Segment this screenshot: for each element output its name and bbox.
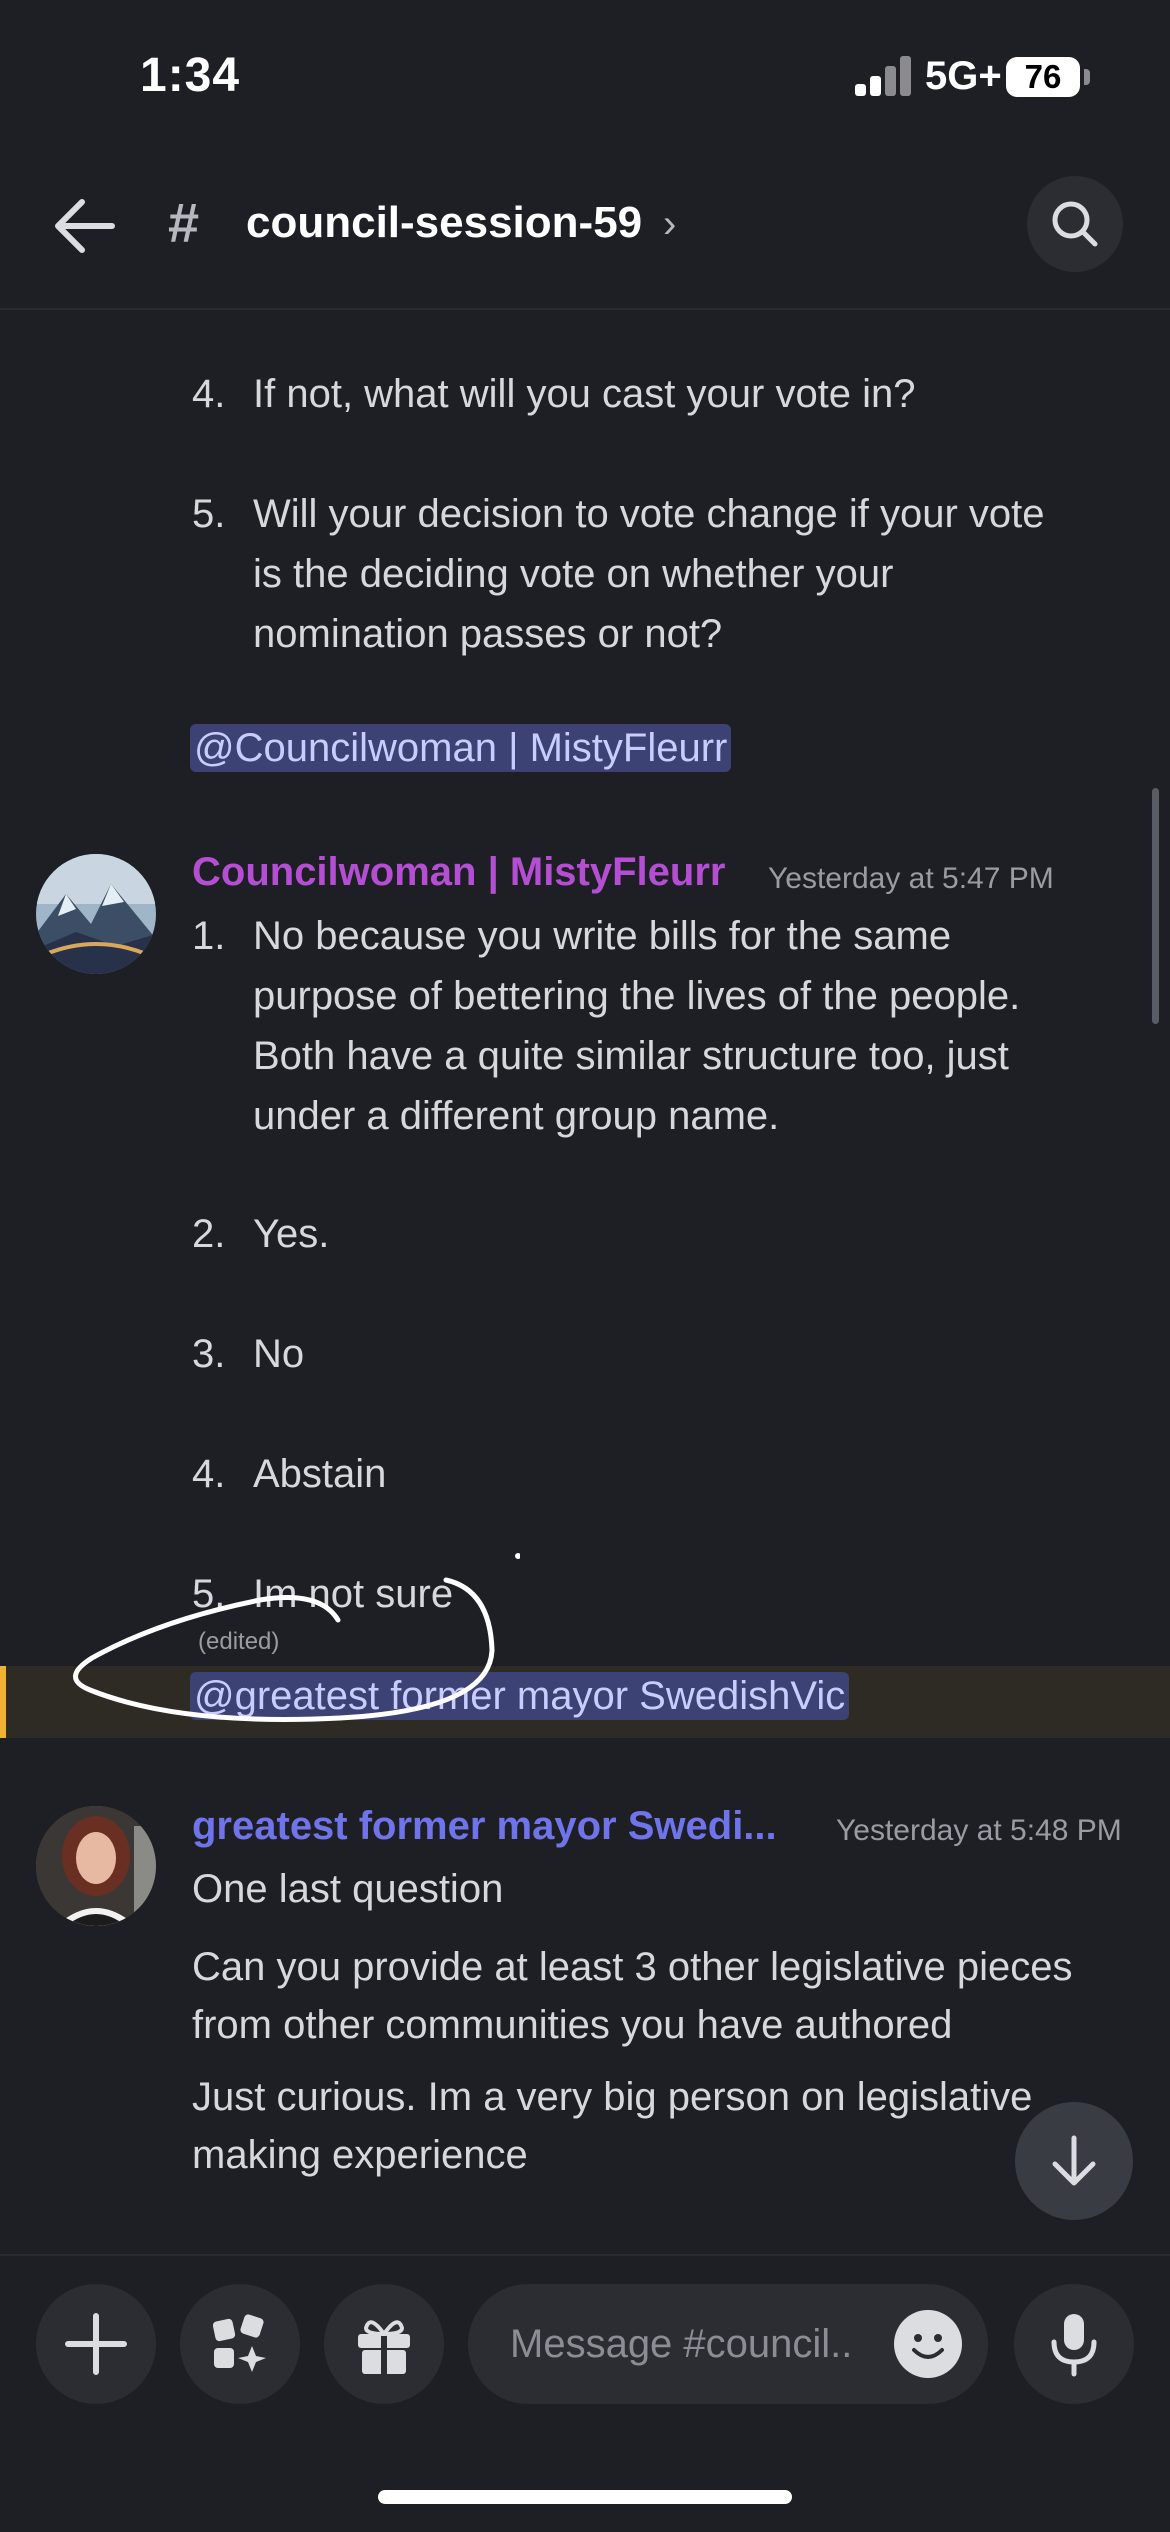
jump-to-present-button[interactable] bbox=[1015, 2102, 1133, 2220]
attach-button[interactable] bbox=[36, 2284, 156, 2404]
message-username[interactable]: Councilwoman | MistyFleurr bbox=[192, 850, 725, 895]
emoji-icon bbox=[912, 2334, 944, 2359]
chevron-right-icon[interactable]: › bbox=[663, 202, 676, 247]
gift-icon bbox=[358, 2320, 410, 2374]
battery-tip bbox=[1084, 69, 1090, 85]
battery-icon: 76 bbox=[1006, 57, 1080, 97]
mention-wrapper: @Councilwoman | MistyFleurr bbox=[190, 724, 732, 772]
person-avatar-image bbox=[36, 1806, 156, 1926]
list-number: 3. bbox=[192, 1332, 226, 1376]
user-mention[interactable]: @Councilwoman | MistyFleurr bbox=[190, 724, 732, 772]
list-number: 4. bbox=[192, 372, 226, 416]
scrollbar[interactable] bbox=[1152, 788, 1159, 1024]
message-timestamp: Yesterday at 5:48 PM bbox=[836, 1814, 1122, 1847]
message-text: One last question bbox=[192, 1867, 504, 1911]
avatar[interactable] bbox=[36, 1806, 156, 1926]
back-arrow-icon[interactable] bbox=[52, 196, 116, 256]
arrow-down-icon bbox=[1052, 2135, 1096, 2186]
list-number: 1. bbox=[192, 914, 226, 958]
message-text: Can you provide at least 3 other legisla… bbox=[192, 1945, 1073, 2047]
list-item: No bbox=[253, 1332, 305, 1376]
list-number: 2. bbox=[192, 1212, 226, 1256]
voice-message-button[interactable] bbox=[1014, 2284, 1134, 2404]
home-indicator[interactable] bbox=[378, 2490, 792, 2504]
signal-icon bbox=[855, 56, 915, 96]
list-number: 4. bbox=[192, 1452, 226, 1496]
list-number: 5. bbox=[192, 492, 226, 536]
hand-drawn-circle-annotation bbox=[73, 1553, 520, 1722]
mountain-avatar-image bbox=[36, 854, 156, 974]
list-item: No because you write bills for the same … bbox=[253, 914, 1021, 1138]
list-item: Will your decision to vote change if you… bbox=[253, 492, 1045, 656]
status-time: 1:34 bbox=[140, 49, 241, 102]
list-item: Abstain bbox=[253, 1452, 387, 1496]
plus-icon bbox=[65, 2313, 127, 2375]
message-username[interactable]: greatest former mayor Swedi... bbox=[192, 1804, 777, 1849]
search-icon bbox=[1052, 201, 1098, 247]
message-input[interactable]: Message #council.. bbox=[468, 2284, 988, 2404]
message-text: Just curious. Im a very big person on le… bbox=[192, 2075, 1033, 2177]
avatar[interactable] bbox=[36, 854, 156, 974]
emoji-button[interactable] bbox=[894, 2310, 962, 2378]
gift-button[interactable] bbox=[324, 2284, 444, 2404]
channel-title[interactable]: council-session-59 bbox=[246, 198, 642, 248]
channel-hash-icon: # bbox=[168, 191, 200, 254]
message-placeholder: Message #council.. bbox=[510, 2322, 853, 2366]
microphone-icon bbox=[1051, 2314, 1097, 2377]
network-type: 5G+ bbox=[925, 54, 1002, 98]
message-timestamp: Yesterday at 5:47 PM bbox=[768, 862, 1054, 895]
list-item: Yes. bbox=[253, 1212, 330, 1256]
apps-icon bbox=[212, 2314, 266, 2372]
search-button[interactable] bbox=[1027, 176, 1123, 272]
composer-divider bbox=[0, 2254, 1170, 2256]
list-item: If not, what will you cast your vote in? bbox=[253, 372, 916, 416]
apps-button[interactable] bbox=[180, 2284, 300, 2404]
header-divider bbox=[0, 308, 1170, 310]
